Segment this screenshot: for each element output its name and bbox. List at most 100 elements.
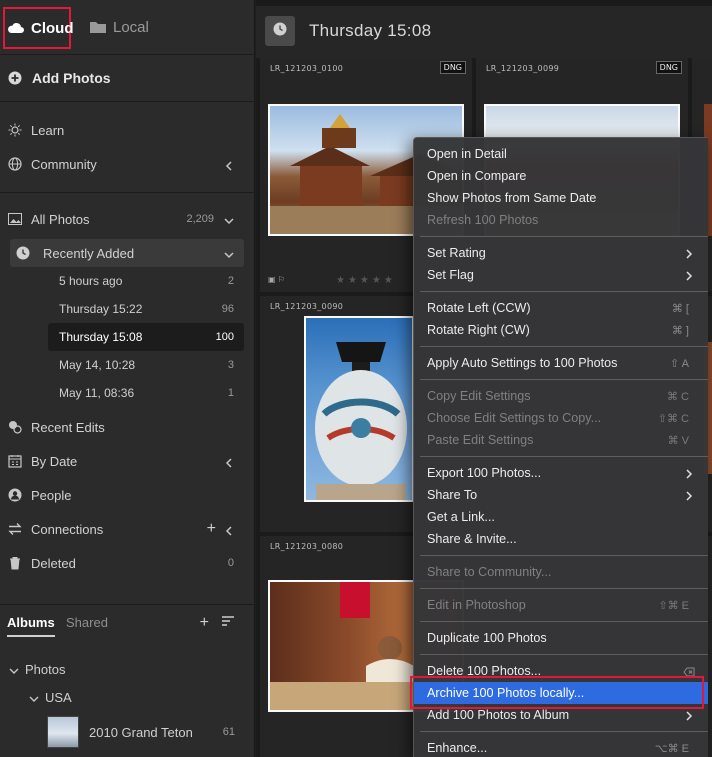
album-tools: + bbox=[200, 614, 235, 632]
sort-icon[interactable] bbox=[221, 614, 235, 632]
recent-item[interactable]: Thursday 15:22 96 bbox=[0, 295, 254, 323]
menu-item-export[interactable]: Export 100 Photos... bbox=[414, 462, 708, 484]
lightbulb-icon bbox=[8, 123, 22, 137]
globe-icon bbox=[8, 157, 22, 171]
menu-item-label: Share To bbox=[427, 488, 478, 502]
add-album-icon[interactable]: + bbox=[200, 614, 209, 632]
rating-stars[interactable]: ★★★★★ bbox=[336, 275, 396, 286]
recent-item[interactable]: May 14, 10:28 3 bbox=[0, 351, 254, 379]
recent-item[interactable]: 5 hours ago 2 bbox=[0, 267, 254, 295]
tab-shared[interactable]: Shared bbox=[66, 615, 108, 630]
recent-item-selected[interactable]: Thursday 15:08 100 bbox=[48, 323, 244, 351]
chevron-right-icon bbox=[685, 468, 693, 479]
menu-item-label: Rotate Right (CW) bbox=[427, 323, 530, 337]
sidebar-item-learn[interactable]: Learn bbox=[0, 116, 254, 144]
menu-item-set-flag[interactable]: Set Flag bbox=[414, 264, 708, 286]
menu-item-set-rating[interactable]: Set Rating bbox=[414, 242, 708, 264]
calendar-icon bbox=[8, 454, 22, 468]
recent-item[interactable]: May 11, 08:36 1 bbox=[0, 379, 254, 407]
menu-item-rotate-right[interactable]: Rotate Right (CW) ⌘ ] bbox=[414, 319, 708, 341]
menu-item-label: Rotate Left (CCW) bbox=[427, 301, 531, 315]
page-title: Thursday 15:08 bbox=[309, 21, 432, 40]
album-folder-photos[interactable]: Photos bbox=[0, 655, 254, 683]
recent-item-label: 5 hours ago bbox=[59, 274, 123, 288]
menu-separator bbox=[420, 588, 708, 589]
menu-item-label: Paste Edit Settings bbox=[427, 433, 534, 447]
menu-item-label: Duplicate 100 Photos bbox=[427, 631, 547, 645]
edit-sliders-icon bbox=[8, 420, 22, 434]
tab-albums[interactable]: Albums bbox=[7, 615, 55, 637]
add-photos-button[interactable]: Add Photos bbox=[0, 55, 254, 101]
add-connection-icon[interactable]: + bbox=[207, 520, 216, 538]
menu-item-delete[interactable]: Delete 100 Photos... bbox=[414, 660, 708, 682]
sidebar-item-community[interactable]: Community bbox=[0, 150, 254, 178]
menu-item-enhance[interactable]: Enhance... ⌥⌘ E bbox=[414, 737, 708, 757]
sidebar-item-all-photos[interactable]: All Photos 2,209 bbox=[0, 205, 254, 233]
menu-separator bbox=[420, 621, 708, 622]
menu-item-rotate-left[interactable]: Rotate Left (CCW) ⌘ [ bbox=[414, 297, 708, 319]
sidebar-item-people[interactable]: People bbox=[0, 481, 254, 509]
album-folder-label: Photos bbox=[25, 661, 66, 677]
menu-item-share-invite[interactable]: Share & Invite... bbox=[414, 528, 708, 550]
albums-header: Albums Shared + bbox=[0, 604, 254, 640]
menu-item-label: Enhance... bbox=[427, 741, 488, 755]
recent-item-label: May 14, 10:28 bbox=[59, 358, 136, 372]
menu-item-get-link[interactable]: Get a Link... bbox=[414, 506, 708, 528]
cloud-icon bbox=[7, 21, 25, 35]
menu-item-show-same-date[interactable]: Show Photos from Same Date bbox=[414, 187, 708, 209]
recently-added-label: Recently Added bbox=[43, 245, 135, 261]
photo-thumbnail bbox=[304, 316, 414, 502]
recent-item-count: 2 bbox=[227, 275, 234, 287]
chevron-right-icon bbox=[685, 490, 693, 501]
chevron-down-icon[interactable] bbox=[224, 248, 234, 259]
menu-item-apply-auto[interactable]: Apply Auto Settings to 100 Photos ⇧ A bbox=[414, 352, 708, 374]
chevron-left-icon[interactable] bbox=[224, 524, 234, 536]
learn-community-section: Learn Community bbox=[0, 101, 254, 192]
deleted-count: 0 bbox=[227, 557, 234, 569]
menu-shortcut: ⌘ ] bbox=[671, 324, 689, 337]
recent-item-label: Thursday 15:22 bbox=[59, 302, 143, 316]
chevron-left-icon[interactable] bbox=[224, 159, 234, 171]
source-tabs: Cloud Local bbox=[0, 0, 254, 54]
sidebar-item-deleted[interactable]: Deleted 0 bbox=[0, 549, 254, 577]
by-date-label: By Date bbox=[31, 453, 78, 469]
menu-item-duplicate[interactable]: Duplicate 100 Photos bbox=[414, 627, 708, 649]
menu-item-choose-edit: Choose Edit Settings to Copy... ⇧⌘ C bbox=[414, 407, 708, 429]
chevron-down-icon[interactable] bbox=[29, 692, 39, 702]
menu-shortcut: ⇧⌘ C bbox=[657, 412, 689, 425]
menu-item-add-to-album[interactable]: Add 100 Photos to Album bbox=[414, 704, 708, 726]
plus-circle-icon bbox=[8, 71, 22, 85]
sidebar-item-connections[interactable]: Connections + bbox=[0, 515, 254, 543]
album-count: 61 bbox=[222, 726, 235, 738]
flag-icons[interactable]: ▣ ⚐ bbox=[268, 275, 285, 284]
delete-key-icon bbox=[683, 666, 695, 677]
tab-cloud[interactable]: Cloud bbox=[3, 7, 74, 49]
date-view-button[interactable] bbox=[265, 16, 295, 46]
menu-item-archive-locally[interactable]: Archive 100 Photos locally... bbox=[414, 682, 708, 704]
menu-item-open-in-compare[interactable]: Open in Compare bbox=[414, 165, 708, 187]
sidebar-item-by-date[interactable]: By Date bbox=[0, 447, 254, 475]
chevron-left-icon[interactable] bbox=[224, 456, 234, 468]
menu-separator bbox=[420, 291, 708, 292]
menu-item-edit-photoshop: Edit in Photoshop ⇧⌘ E bbox=[414, 594, 708, 616]
album-item[interactable]: 2010 Grand Teton 61 bbox=[0, 716, 254, 748]
album-folder-usa[interactable]: USA bbox=[0, 683, 254, 711]
recent-item-count: 3 bbox=[227, 359, 234, 371]
library-section: All Photos 2,209 Recently Added 5 hours … bbox=[0, 192, 254, 577]
menu-item-open-in-detail[interactable]: Open in Detail bbox=[414, 143, 708, 165]
sidebar-item-recently-added[interactable]: Recently Added bbox=[10, 239, 244, 267]
recent-edits-label: Recent Edits bbox=[31, 419, 105, 435]
menu-item-label: Show Photos from Same Date bbox=[427, 191, 597, 205]
menu-item-label: Edit in Photoshop bbox=[427, 598, 526, 612]
sidebar-item-recent-edits[interactable]: Recent Edits bbox=[0, 413, 254, 441]
menu-separator bbox=[420, 731, 708, 732]
menu-item-share-to[interactable]: Share To bbox=[414, 484, 708, 506]
tab-local[interactable]: Local bbox=[87, 7, 159, 47]
person-icon bbox=[8, 488, 22, 502]
chevron-down-icon[interactable] bbox=[224, 214, 234, 225]
menu-separator bbox=[420, 379, 708, 380]
menu-item-label: Apply Auto Settings to 100 Photos bbox=[427, 356, 618, 370]
chevron-down-icon[interactable] bbox=[9, 664, 19, 674]
clock-icon bbox=[16, 246, 30, 260]
tab-cloud-label: Cloud bbox=[31, 19, 74, 37]
